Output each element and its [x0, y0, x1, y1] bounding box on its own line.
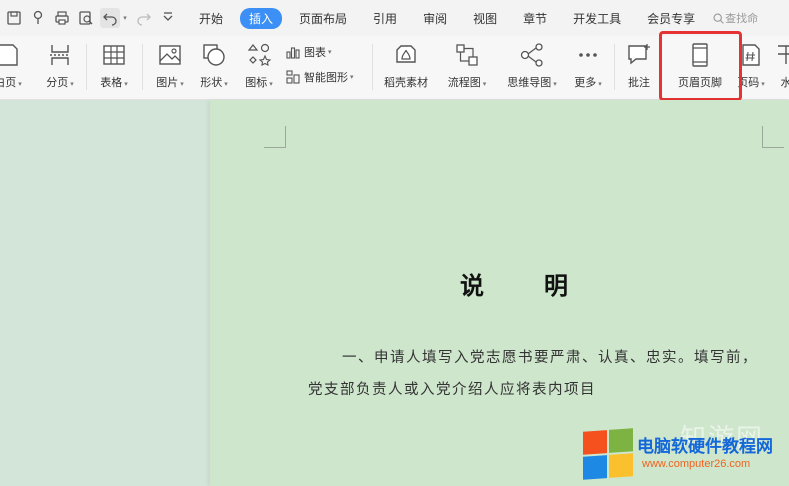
tab-view[interactable]: 视图 — [464, 8, 506, 29]
format-painter-icon[interactable] — [28, 8, 48, 28]
tab-membership[interactable]: 会员专享 — [638, 8, 704, 29]
print-icon[interactable] — [52, 8, 72, 28]
redo-icon[interactable] — [134, 8, 154, 28]
tab-home[interactable]: 开始 — [190, 8, 232, 29]
smart-art-button[interactable]: 智能图形 ▾ — [286, 69, 354, 85]
picture-label: 图片 — [156, 76, 179, 89]
margin-corner-top-left — [264, 126, 286, 148]
customize-toolbar-icon[interactable] — [158, 8, 178, 28]
comment-label: 批注 — [628, 76, 650, 89]
flowchart-icon — [452, 40, 482, 70]
table-label: 表格 — [100, 76, 123, 89]
mind-map-button[interactable]: 思维导图 ▾ — [502, 40, 562, 94]
tab-chapter[interactable]: 章节 — [514, 8, 556, 29]
flowchart-label: 流程图 — [447, 76, 481, 89]
chart-button[interactable]: 图表 ▾ — [286, 44, 332, 60]
save-icon[interactable] — [4, 8, 24, 28]
shape-icon — [199, 40, 229, 70]
icon-label: 图标 — [245, 76, 268, 89]
margin-corner-top-right — [762, 126, 784, 148]
ribbon-divider — [142, 44, 143, 90]
docer-material-icon — [391, 40, 421, 70]
blank-page-icon — [0, 40, 23, 70]
smart-art-icon — [286, 70, 300, 84]
document-title: 说明 — [460, 271, 628, 300]
search-box[interactable]: 查找命 — [712, 10, 758, 26]
search-icon — [713, 12, 724, 24]
tab-page-layout[interactable]: 页面布局 — [290, 8, 356, 29]
undo-icon[interactable] — [100, 8, 120, 28]
more-label: 更多 — [574, 76, 597, 89]
tab-references[interactable]: 引用 — [364, 8, 406, 29]
mind-map-label: 思维导图 — [507, 76, 552, 89]
table-icon — [99, 40, 129, 70]
ribbon-divider — [372, 44, 373, 90]
blank-page-label: 白页 — [0, 76, 17, 89]
icon-button[interactable]: 图标 ▾ — [240, 40, 278, 94]
shape-label: 形状 — [200, 76, 223, 89]
header-footer-highlight-box — [659, 31, 742, 101]
print-preview-icon[interactable] — [76, 8, 96, 28]
undo-dropdown-icon[interactable]: ▾ — [120, 8, 130, 28]
picture-button[interactable]: 图片 ▾ — [150, 40, 190, 94]
paragraph-line-1: 一、申请人填写入党志愿书要严肃、认真、忠实。填写前， — [342, 350, 758, 366]
tab-review[interactable]: 审阅 — [414, 8, 456, 29]
page-break-button[interactable]: 分页 ▾ — [40, 40, 80, 94]
page-break-label: 分页 — [46, 76, 69, 89]
watermark-site-title: 电脑软硬件教程网 — [637, 437, 773, 457]
comment-button[interactable]: 批注 — [620, 40, 658, 94]
comment-icon — [624, 40, 654, 70]
more-button[interactable]: 更多 ▾ — [568, 40, 608, 94]
icon-library-icon — [244, 40, 274, 70]
search-placeholder: 查找命 — [725, 12, 759, 25]
paragraph-line-2: 党支部负责人或入党介绍人应将表内项目 — [308, 382, 596, 398]
docer-material-label: 稻壳素材 — [384, 76, 428, 89]
watermark-button[interactable]: 水 — [772, 40, 789, 94]
chart-label: 图表 — [304, 46, 326, 59]
watermark-label: 水 — [780, 76, 789, 89]
shape-button[interactable]: 形状 ▾ — [195, 40, 233, 94]
chart-icon — [286, 47, 300, 59]
logo-tile — [583, 430, 607, 455]
flowchart-button[interactable]: 流程图 ▾ — [442, 40, 492, 94]
watermark-icon — [771, 40, 789, 70]
logo-tile — [583, 455, 607, 480]
blank-page-button[interactable]: 白页▾ — [0, 40, 28, 94]
logo-tile — [609, 428, 633, 453]
table-button[interactable]: 表格 ▾ — [94, 40, 134, 94]
more-icon — [573, 40, 603, 70]
ribbon-divider — [614, 44, 615, 90]
page-break-icon — [45, 40, 75, 70]
mind-map-icon — [517, 40, 547, 70]
tab-insert[interactable]: 插入 — [240, 7, 283, 29]
docer-material-button[interactable]: 稻壳素材 — [380, 40, 432, 94]
watermark-site-url: www.computer26.com — [642, 458, 751, 470]
ribbon-divider — [86, 44, 87, 90]
smart-art-label: 智能图形 — [304, 71, 348, 84]
windows-logo-icon — [583, 428, 633, 480]
picture-icon — [155, 40, 185, 70]
tab-developer[interactable]: 开发工具 — [564, 8, 630, 29]
logo-tile — [609, 453, 633, 478]
